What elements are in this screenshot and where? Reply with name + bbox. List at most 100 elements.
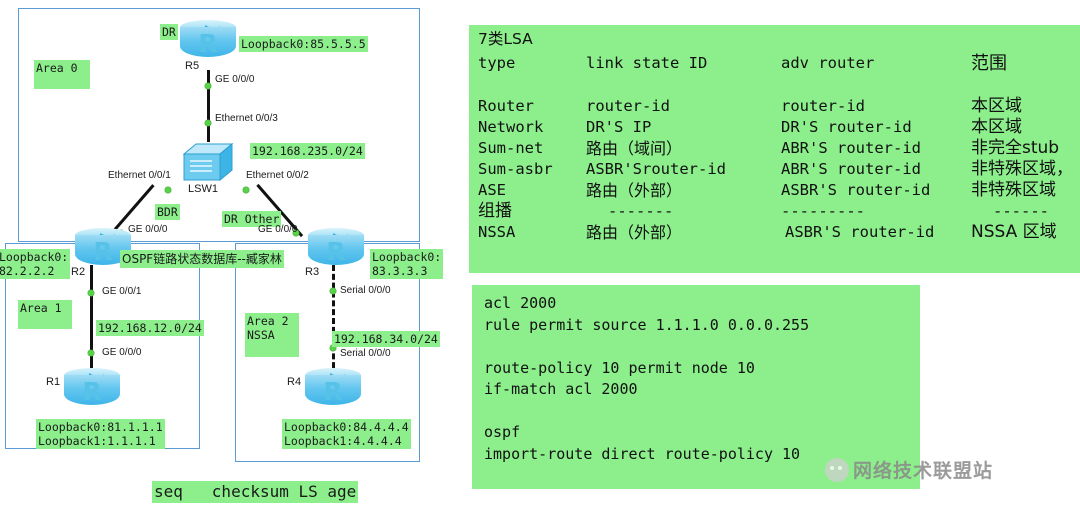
diagram-canvas: R R5 LSW1 R R2 R R3 R R1 R R4 Area 0 Are…	[0, 0, 1080, 508]
lsa-cell-type: NSSA	[478, 223, 516, 241]
lsa-col-adv: adv router	[781, 54, 875, 72]
device-label-r1: R1	[46, 376, 61, 388]
area-label-area2: Area 2 NSSA	[245, 313, 299, 357]
device-label-r4: R4	[287, 376, 302, 388]
iface-label-r1-ge000: GE 0/0/0	[102, 347, 142, 358]
lsa-cell-adv: DR'S router-id	[781, 118, 912, 136]
config-line: route-policy 10 permit node 10	[484, 358, 755, 377]
port-dot-r5-ge000	[205, 83, 211, 89]
config-line: acl 2000	[484, 294, 557, 312]
port-dot-r1-ge000	[88, 350, 94, 356]
lsa-table-body: Router router-id router-id 本区域 Network D…	[478, 96, 1073, 243]
wechat-icon	[825, 457, 849, 482]
router-glyph: R	[82, 377, 102, 406]
loopback-label-r4: Loopback0:84.4.4.4 Loopback1:4.4.4.4	[282, 419, 411, 449]
device-r3[interactable]: R	[308, 228, 364, 270]
diagram-title: OSPF链路状态数据库--臧家林	[120, 250, 284, 268]
iface-label-lsw1-e0003: Ethernet 0/0/3	[215, 113, 278, 124]
port-dot-r3-serial000	[330, 288, 336, 294]
watermark-text: 网络技术联盟站	[853, 460, 994, 482]
lsa-cell-type: ASE	[478, 181, 506, 199]
lsa-cell-lsid: 路由（域间）	[586, 139, 683, 158]
lsa-cell-adv: ABR'S router-id	[781, 160, 921, 178]
lsa-cell-scope: 本区域	[971, 96, 1022, 116]
config-line: ospf	[484, 423, 521, 441]
lsa-cell-adv: ASBR'S router-id	[781, 181, 931, 199]
subnet-label-34: 192.168.34.0/24	[332, 331, 440, 347]
config-line: import-route direct route-policy 10	[484, 444, 801, 463]
lsa-cell-type: 组播	[478, 201, 512, 221]
iface-label-r5-ge000: GE 0/0/0	[215, 74, 255, 85]
port-dot-lsw1-e0002	[243, 187, 249, 193]
table-row: Router router-id router-id 本区域	[478, 96, 1073, 117]
link-r5-lsw1	[207, 70, 210, 142]
device-r4[interactable]: R	[305, 368, 361, 410]
link-r3-r4-serial	[332, 265, 335, 377]
lsa-cell-type: Router	[478, 97, 534, 115]
lsa-cell-lsid: ASBR'Srouter-id	[586, 160, 726, 178]
port-dot-lsw1-e0001	[165, 187, 171, 193]
loopback-label-r1: Loopback0:81.1.1.1 Loopback1:1.1.1.1	[36, 419, 165, 449]
lsa-cell-lsid: DR'S IP	[586, 118, 652, 136]
lsa-cell-lsid: 路由（外部）	[586, 181, 683, 200]
area-label-area1: Area 1	[18, 300, 72, 329]
iface-label-r2-ge000: GE 0/0/0	[128, 224, 168, 235]
config-line-blank	[484, 401, 809, 423]
lsa-cell-scope: 本区域	[971, 117, 1022, 137]
router-glyph: R	[323, 377, 343, 406]
lsa-col-scope: 范围	[971, 53, 1007, 74]
lsa-cell-adv: router-id	[781, 97, 865, 115]
lsa-panel-heading: 7类LSA	[478, 30, 533, 48]
lsa-cell-adv: ASBR'S router-id	[785, 223, 935, 241]
loopback-label-r5: Loopback0:85.5.5.5	[239, 36, 368, 52]
loopback-label-r2: Loopback0: 82.2.2.2	[0, 249, 71, 279]
iface-label-r3-ge000: GE 0/0/0	[258, 224, 298, 235]
lsa-cell-scope: 非特殊区域	[971, 180, 1056, 200]
lsa-cell-lsid: 路由（外部）	[586, 223, 683, 242]
port-dot-r2-ge001	[88, 290, 94, 296]
lsa-spacer-row	[478, 74, 1073, 96]
lsa-header-row: type link state ID adv router 范围	[478, 53, 1073, 74]
table-row: ASE 路由（外部） ASBR'S router-id 非特殊区域	[478, 180, 1073, 201]
table-row: 组播 ------- --------- ------	[478, 201, 1073, 222]
device-label-lsw1: LSW1	[188, 183, 218, 195]
table-row: NSSA 路由（外部） ASBR'S router-id NSSA 区域	[478, 222, 1073, 243]
config-line-blank	[484, 336, 809, 358]
lsa-cell-type: Sum-net	[478, 139, 544, 157]
iface-label-lsw1-e0002: Ethernet 0/0/2	[246, 170, 309, 181]
iface-label-r4-serial000: Serial 0/0/0	[340, 348, 391, 359]
lsa-cell-adv: ABR'S router-id	[781, 139, 921, 157]
lsa-table: type link state ID adv router 范围 Router …	[478, 53, 1073, 243]
lsa-col-lsid: link state ID	[586, 54, 708, 72]
lsa-cell-scope: ------	[993, 202, 1049, 220]
config-line: if-match acl 2000	[484, 380, 638, 398]
lsa-cell-scope: 非特殊区域，	[971, 159, 1073, 179]
loopback-label-r3: Loopback0: 83.3.3.3	[370, 249, 444, 279]
lsa-col-type: type	[478, 54, 516, 72]
iface-label-r3-serial000: Serial 0/0/0	[340, 285, 391, 296]
device-label-r5: R5	[185, 60, 200, 72]
router-glyph: R	[326, 237, 346, 266]
device-label-r3: R3	[305, 266, 320, 278]
table-row: Sum-net 路由（域间） ABR'S router-id 非完全stub	[478, 138, 1073, 159]
lsa-cell-lsid: router-id	[586, 97, 670, 115]
lsa-cell-scope: NSSA 区域	[971, 222, 1057, 242]
device-r5[interactable]: R	[180, 20, 236, 62]
device-lsw1[interactable]	[180, 140, 234, 186]
config-line: rule permit source 1.1.1.0 0.0.0.255	[484, 315, 810, 334]
lsa-cell-adv: ---------	[781, 202, 865, 220]
subnet-label-12: 192.168.12.0/24	[96, 320, 204, 336]
footer-legend: seq checksum LS age	[152, 481, 359, 503]
table-row: Network DR'S IP DR'S router-id 本区域	[478, 117, 1073, 138]
lsa-table-head: type link state ID adv router 范围	[478, 53, 1073, 96]
lsa-cell-type: Network	[478, 118, 544, 136]
lsa-panel: 7类LSA type link state ID adv router 范围 R…	[469, 25, 1080, 273]
area-label-area0: Area 0	[34, 60, 90, 89]
role-label-dr: DR	[160, 24, 178, 40]
device-r1[interactable]: R	[64, 368, 120, 410]
lsa-cell-scope: 非完全stub	[971, 138, 1060, 158]
lsa-cell-lsid: -------	[608, 202, 674, 220]
table-row: Sum-asbr ASBR'Srouter-id ABR'S router-id…	[478, 159, 1073, 180]
subnet-label-235: 192.168.235.0/24	[250, 143, 365, 159]
role-label-bdr: BDR	[155, 204, 180, 220]
